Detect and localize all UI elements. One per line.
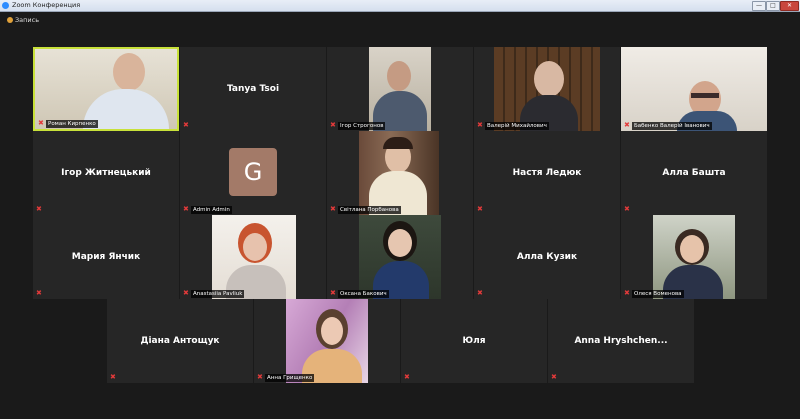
- participant-tile[interactable]: Anna Hryshchen... ✖: [548, 299, 694, 383]
- participant-tile[interactable]: ✖ Олеся Воменова: [621, 215, 767, 299]
- participant-name: Admin Admin: [191, 206, 232, 214]
- close-button[interactable]: ✕: [780, 1, 799, 11]
- muted-mic-icon: ✖: [110, 373, 116, 381]
- muted-mic-icon: ✖: [257, 373, 263, 381]
- participant-name: Валерій Михайлович: [485, 122, 549, 130]
- muted-mic-icon: ✖: [36, 205, 42, 213]
- participant-tile[interactable]: ✖ Ігор Строгонов: [327, 47, 473, 131]
- participant-name: Мария Янчик: [71, 252, 141, 262]
- participant-name: Анна Грищенко: [265, 374, 315, 382]
- participant-tile[interactable]: Настя Ледюк ✖: [474, 131, 620, 215]
- participant-name: Tanya Tsoi: [226, 84, 280, 94]
- participant-video: [369, 47, 431, 131]
- recording-indicator[interactable]: Запись: [0, 12, 800, 28]
- participant-name: Настя Ледюк: [512, 168, 582, 178]
- participant-name: Юля: [462, 336, 486, 346]
- participant-tile[interactable]: G ✖ Admin Admin: [180, 131, 326, 215]
- participant-name: Алла Башта: [662, 168, 726, 178]
- maximize-button[interactable]: □: [766, 1, 780, 11]
- muted-mic-icon: ✖: [624, 121, 630, 129]
- participant-video: [359, 215, 441, 299]
- participant-tile[interactable]: Мария Янчик ✖: [33, 215, 179, 299]
- participant-tile[interactable]: ✖ Валерій Михайлович: [474, 47, 620, 131]
- muted-mic-icon: ✖: [477, 121, 483, 129]
- participant-video: [359, 131, 439, 215]
- participant-name: Оксана Бакович: [338, 290, 389, 298]
- participant-tile[interactable]: Діана Антощук ✖: [107, 299, 253, 383]
- muted-mic-icon: ✖: [330, 121, 336, 129]
- zoom-app-icon: [2, 2, 9, 9]
- participant-video: [653, 215, 735, 299]
- muted-mic-icon: ✖: [330, 289, 336, 297]
- participant-name: Світлана Порбанова: [338, 206, 401, 214]
- participant-name: Anna Hryshchen...: [574, 336, 668, 346]
- window-title-bar: Zoom Конференция — □ ✕: [0, 0, 800, 12]
- participant-tile[interactable]: Ігор Житнецький ✖: [33, 131, 179, 215]
- muted-mic-icon: ✖: [183, 289, 189, 297]
- participant-tile[interactable]: Юля ✖: [401, 299, 547, 383]
- muted-mic-icon: ✖: [404, 373, 410, 381]
- participant-name: Бабенко Валерій Іванович: [632, 122, 712, 130]
- recording-label: Запись: [15, 16, 40, 24]
- participant-tile[interactable]: ✖ Анна Грищенко: [254, 299, 400, 383]
- participant-name: Алла Кузик: [516, 252, 578, 262]
- muted-mic-icon: ✖: [38, 119, 44, 127]
- participant-tile[interactable]: ✖ Світлана Порбанова: [327, 131, 473, 215]
- muted-mic-icon: ✖: [36, 289, 42, 297]
- muted-mic-icon: ✖: [624, 289, 630, 297]
- participant-name: Діана Антощук: [140, 336, 220, 346]
- participant-avatar: G: [229, 148, 277, 196]
- participant-video: [212, 215, 296, 299]
- window-title: Zoom Конференция: [12, 1, 81, 9]
- minimize-button[interactable]: —: [752, 1, 766, 11]
- participant-tile[interactable]: Алла Башта ✖: [621, 131, 767, 215]
- muted-mic-icon: ✖: [551, 373, 557, 381]
- participant-name: Роман Кирпенко: [46, 120, 98, 128]
- participant-video: [494, 47, 600, 131]
- participant-tile[interactable]: ✖ Anastasiia Pavliuk: [180, 215, 326, 299]
- participant-video: [35, 49, 177, 129]
- muted-mic-icon: ✖: [477, 205, 483, 213]
- participant-tile[interactable]: Tanya Tsoi ✖: [180, 47, 326, 131]
- muted-mic-icon: ✖: [183, 121, 189, 129]
- muted-mic-icon: ✖: [477, 289, 483, 297]
- muted-mic-icon: ✖: [330, 205, 336, 213]
- recording-icon: [7, 17, 13, 23]
- participant-name: Ігор Житнецький: [61, 168, 151, 178]
- muted-mic-icon: ✖: [624, 205, 630, 213]
- participant-name: Ігор Строгонов: [338, 122, 386, 130]
- participant-name: Олеся Воменова: [632, 290, 684, 298]
- participant-tile[interactable]: ✖ Бабенко Валерій Іванович: [621, 47, 767, 131]
- participant-video: [286, 299, 368, 383]
- participant-tile[interactable]: ✖ Оксана Бакович: [327, 215, 473, 299]
- participant-video: [621, 47, 767, 131]
- participant-name: Anastasiia Pavliuk: [191, 290, 245, 298]
- participant-tile[interactable]: ✖ Роман Кирпенко: [33, 47, 179, 131]
- muted-mic-icon: ✖: [183, 205, 189, 213]
- participant-tile[interactable]: Алла Кузик ✖: [474, 215, 620, 299]
